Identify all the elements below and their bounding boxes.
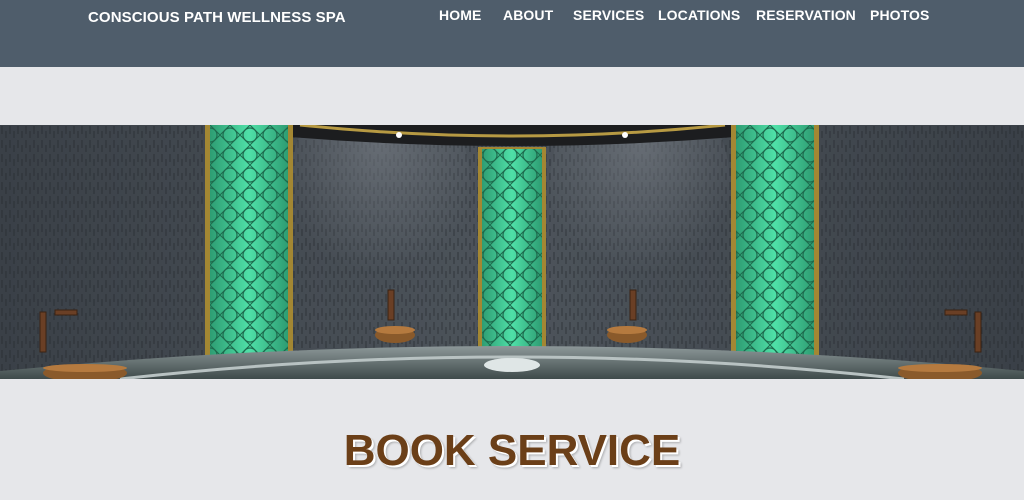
nav-reservation[interactable]: RESERVATION bbox=[756, 7, 856, 23]
nav-locations[interactable]: LOCATIONS bbox=[658, 7, 740, 23]
hammam-illustration bbox=[0, 125, 1024, 379]
nav-home[interactable]: HOME bbox=[439, 7, 481, 23]
site-header: CONSCIOUS PATH WELLNESS SPA HOME ABOUT S… bbox=[0, 0, 1024, 67]
main-nav: HOME ABOUT SERVICES LOCATIONS RESERVATIO… bbox=[0, 7, 1024, 27]
book-service-heading: BOOK SERVICE bbox=[343, 426, 681, 475]
nav-services[interactable]: SERVICES bbox=[573, 7, 644, 23]
nav-photos[interactable]: PHOTOS bbox=[870, 7, 929, 23]
nav-about[interactable]: ABOUT bbox=[503, 7, 553, 23]
hero-image bbox=[0, 125, 1024, 379]
